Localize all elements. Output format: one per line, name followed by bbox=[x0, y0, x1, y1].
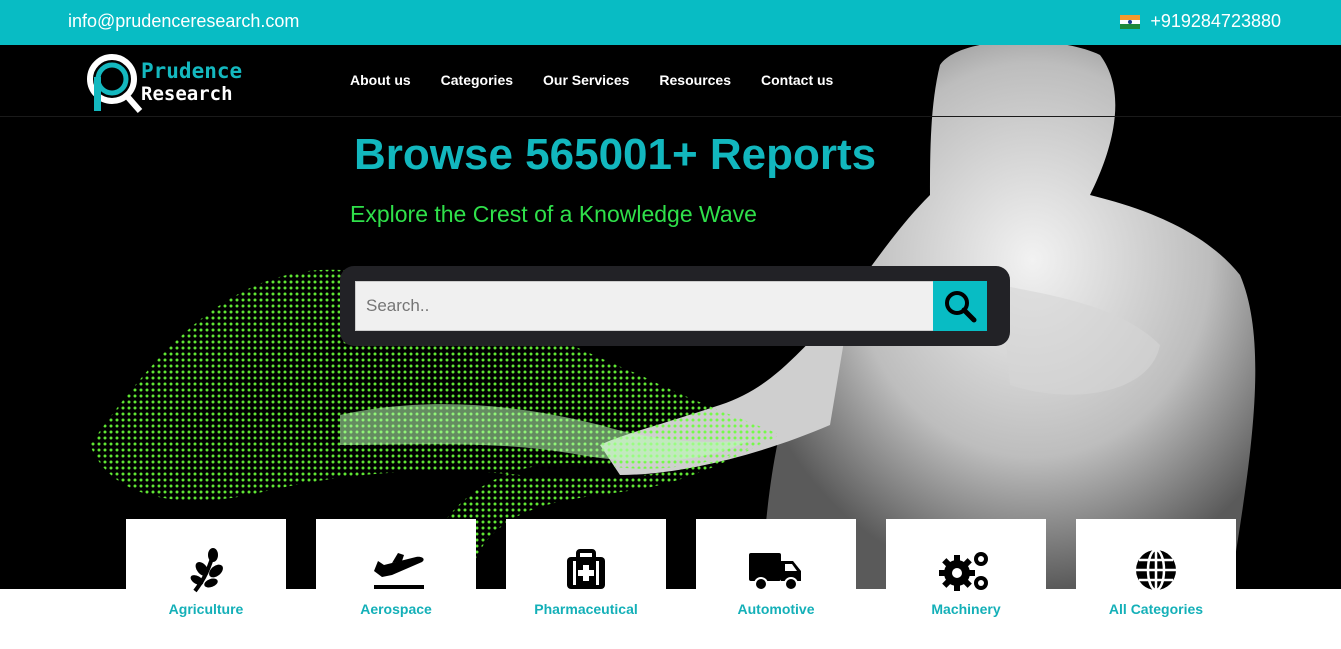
medical-kit-icon bbox=[567, 549, 605, 589]
category-automotive[interactable]: Automotive bbox=[696, 519, 856, 629]
category-label: Agriculture bbox=[168, 601, 244, 617]
search-icon bbox=[945, 291, 977, 323]
truck-icon bbox=[749, 553, 801, 591]
top-bar: info@prudenceresearch.com +919284723880 bbox=[0, 0, 1341, 45]
category-machinery[interactable]: Machinery bbox=[886, 519, 1046, 629]
logo-text-research: Research bbox=[141, 83, 233, 105]
category-agriculture[interactable]: Agriculture bbox=[126, 519, 286, 629]
search-input[interactable] bbox=[355, 281, 935, 331]
category-label: Machinery bbox=[931, 601, 1001, 617]
category-label: Pharmaceutical bbox=[534, 601, 638, 617]
category-strip: Agriculture Aerospace Pharmaceutical Aut… bbox=[0, 519, 1341, 649]
gears-icon bbox=[939, 552, 988, 591]
category-label: All Categories bbox=[1108, 601, 1204, 617]
search-button[interactable] bbox=[933, 281, 987, 331]
search-panel bbox=[340, 266, 1010, 346]
nav-about-us[interactable]: About us bbox=[350, 72, 411, 88]
category-pharmaceutical[interactable]: Pharmaceutical bbox=[506, 519, 666, 629]
site-logo[interactable]: Prudence Research bbox=[84, 49, 254, 115]
main-nav: About us Categories Our Services Resourc… bbox=[350, 72, 833, 88]
airplane-icon bbox=[374, 553, 424, 589]
phone-contact[interactable]: +919284723880 bbox=[1120, 11, 1281, 32]
category-label: Aerospace bbox=[360, 601, 432, 617]
category-label: Automotive bbox=[737, 601, 815, 617]
magnifier-logo-icon bbox=[87, 54, 143, 113]
nav-divider bbox=[0, 116, 1341, 117]
hero-section: Prudence Research About us Categories Ou… bbox=[0, 45, 1341, 589]
plant-icon bbox=[190, 548, 223, 593]
category-aerospace[interactable]: Aerospace bbox=[316, 519, 476, 629]
nav-our-services[interactable]: Our Services bbox=[543, 72, 629, 88]
category-all-categories[interactable]: All Categories bbox=[1076, 519, 1236, 629]
hero-subtitle: Explore the Crest of a Knowledge Wave bbox=[350, 201, 757, 227]
phone-number[interactable]: +919284723880 bbox=[1150, 11, 1281, 32]
hero-title: Browse 565001+ Reports bbox=[354, 130, 877, 179]
logo-text-prudence: Prudence bbox=[141, 59, 243, 83]
nav-contact-us[interactable]: Contact us bbox=[761, 72, 833, 88]
india-flag-icon bbox=[1120, 14, 1141, 29]
nav-resources[interactable]: Resources bbox=[659, 72, 731, 88]
email-link[interactable]: info@prudenceresearch.com bbox=[68, 11, 299, 32]
nav-categories[interactable]: Categories bbox=[441, 72, 513, 88]
globe-icon bbox=[1136, 548, 1176, 592]
